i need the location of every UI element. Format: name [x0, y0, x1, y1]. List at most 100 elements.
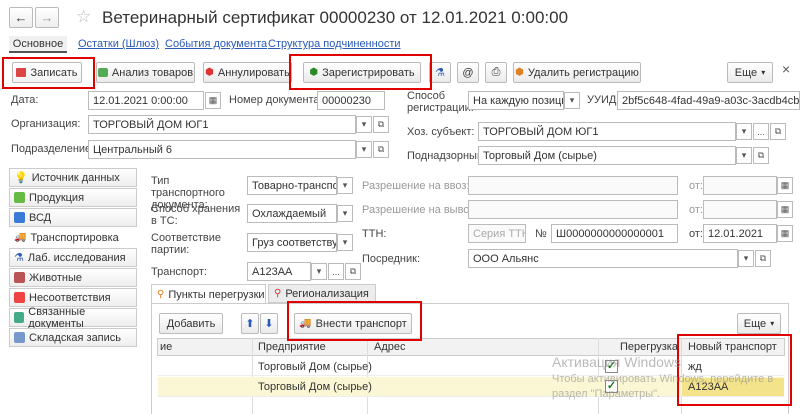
sidebar-item-vsd[interactable]: ВСД	[9, 208, 137, 227]
docnum-field[interactable]: 00000230	[317, 91, 385, 110]
broker-field[interactable]: ООО Альянс	[468, 249, 738, 268]
storage-field[interactable]: Охлаждаемый	[247, 204, 337, 223]
mismatch-icon	[14, 292, 25, 303]
vsd-icon	[14, 212, 25, 223]
podnadz-dropdown[interactable]: ▾	[736, 147, 752, 164]
hoz-field[interactable]: ТОРГОВЫЙ ДОМ ЮГ1	[478, 122, 736, 141]
grid-col-reload[interactable]: Перегрузка	[620, 341, 678, 353]
highlight-write	[2, 57, 95, 89]
hoz-select[interactable]: ...	[753, 123, 769, 140]
chevron-down-icon: ▾	[361, 119, 367, 129]
org-open[interactable]: ⧉	[373, 116, 389, 133]
podnadz-field[interactable]: Торговый Дом (сырье)	[478, 146, 736, 165]
org-label: Организация:	[11, 118, 81, 130]
sidebar-item-lab[interactable]: ⚗ Лаб. исследования	[9, 248, 137, 267]
podnadz-open[interactable]: ⧉	[753, 147, 769, 164]
tab-structure[interactable]: Структура подчиненности	[268, 38, 401, 50]
hoz-dropdown[interactable]: ▾	[736, 123, 752, 140]
grid-col-name[interactable]: ие	[160, 341, 172, 353]
export-calendar[interactable]: ▦	[777, 201, 793, 218]
ttn-num-field[interactable]: Ш0000000000000001	[551, 224, 678, 243]
tab-main[interactable]: Основное	[9, 36, 67, 53]
sidebar-item-products[interactable]: Продукция	[9, 188, 137, 207]
calendar-button[interactable]: ▦	[205, 92, 221, 109]
shield-red-icon: ⬢	[205, 67, 214, 78]
broker-dropdown[interactable]: ▾	[738, 250, 754, 267]
sidebar-item-source[interactable]: 💡 Источник данных	[9, 168, 137, 187]
ttn-date-field[interactable]: 12.01.2021	[703, 224, 777, 243]
docs-icon	[14, 312, 25, 323]
import-calendar[interactable]: ▦	[777, 177, 793, 194]
chevron-down-icon: ▾	[741, 126, 747, 136]
sidebar-item-transport[interactable]: 🚚 Транспортировка	[9, 228, 137, 247]
broker-open[interactable]: ⧉	[755, 250, 771, 267]
analyze-goods-button[interactable]: Анализ товаров	[96, 62, 195, 83]
date-label: Дата:	[11, 94, 39, 106]
hoz-open[interactable]: ⧉	[770, 123, 786, 140]
broker-label: Посредник:	[362, 253, 421, 265]
more-button[interactable]: Еще ▾	[727, 62, 773, 83]
close-icon[interactable]: ×	[782, 61, 790, 77]
regmethod-dropdown[interactable]: ▾	[564, 92, 580, 109]
vehicle-select[interactable]: ...	[328, 263, 344, 280]
sidebar-item-mismatch[interactable]: Несоответствия	[9, 288, 137, 307]
import-field[interactable]	[468, 176, 678, 195]
animal-icon	[14, 272, 25, 283]
uuid-field[interactable]: 2bf5c648-4fad-49a9-a03c-3acdb4cb9d0	[617, 91, 800, 110]
arrow-up-icon: ⬆	[245, 318, 255, 330]
chevron-down-icon: ▾	[741, 150, 747, 160]
flask-icon: ⚗	[14, 252, 24, 264]
regmethod-field[interactable]: На каждую позицию	[468, 91, 564, 110]
export-date[interactable]	[703, 200, 777, 219]
chevron-down-icon: ▾	[316, 266, 322, 276]
doctype-field[interactable]: Товарно-транспорт	[247, 176, 337, 195]
nav-forward[interactable]: →	[35, 7, 59, 28]
export-field[interactable]	[468, 200, 678, 219]
sidebar-item-linked[interactable]: Связанные документы	[9, 306, 137, 330]
sidebar-item-warehouse[interactable]: Складская запись	[9, 328, 137, 347]
bulb-icon: 💡	[14, 172, 28, 184]
vehicle-open[interactable]: ⧉	[345, 263, 361, 280]
at-icon: @	[462, 66, 474, 79]
add-button[interactable]: Добавить	[159, 313, 223, 334]
ttn-calendar[interactable]: ▦	[777, 225, 793, 242]
regmethod-label: Способ регистрации:	[407, 90, 474, 114]
dept-field[interactable]: Центральный 6	[88, 140, 356, 159]
chevron-down-icon: ▾	[342, 237, 348, 247]
tab-events[interactable]: События документа	[165, 38, 267, 50]
products-icon	[14, 192, 25, 203]
flask-button[interactable]: ⚗	[429, 62, 451, 83]
sidebar-item-animals[interactable]: Животные	[9, 268, 137, 287]
ttn-from-label: от:	[689, 228, 703, 240]
vehicle-field[interactable]: А123АА	[247, 262, 311, 281]
grid-col-enterprise[interactable]: Предприятие	[258, 341, 326, 353]
org-dropdown[interactable]: ▾	[356, 116, 372, 133]
move-down-button[interactable]: ⬇	[260, 313, 278, 334]
vehicle-dropdown[interactable]: ▾	[311, 263, 327, 280]
col-divider	[252, 338, 253, 414]
star-icon[interactable]: ☆	[76, 7, 91, 27]
org-field[interactable]: ТОРГОВЫЙ ДОМ ЮГ1	[88, 115, 356, 134]
email-button[interactable]: @	[457, 62, 479, 83]
print-button[interactable]: ⎙	[485, 62, 507, 83]
hoz-label: Хоз. субъект:	[407, 126, 475, 138]
docnum-label: Номер документа:	[229, 94, 323, 106]
annul-button[interactable]: ⬢ Аннулировать	[203, 62, 292, 83]
grid-col-address[interactable]: Адрес	[374, 341, 406, 353]
import-date[interactable]	[703, 176, 777, 195]
delete-registration-button[interactable]: ⬢ Удалить регистрацию	[513, 62, 641, 83]
dept-dropdown[interactable]: ▾	[356, 141, 372, 158]
tab-balances[interactable]: Остатки (Шлюз)	[78, 38, 159, 50]
ttn-series-field[interactable]: Серия ТТН	[468, 224, 526, 243]
dept-open[interactable]: ⧉	[373, 141, 389, 158]
conform-dropdown[interactable]: ▾	[337, 234, 353, 251]
move-up-button[interactable]: ⬆	[241, 313, 259, 334]
storage-dropdown[interactable]: ▾	[337, 205, 353, 222]
conform-field[interactable]: Груз соответствует	[247, 233, 337, 252]
chevron-down-icon: ▾	[342, 180, 348, 190]
nav-back[interactable]: ←	[9, 7, 33, 28]
doctype-dropdown[interactable]: ▾	[337, 177, 353, 194]
date-field[interactable]: 12.01.2021 0:00:00	[88, 91, 204, 110]
grid-more-button[interactable]: Еще ▾	[737, 313, 781, 334]
subtab-points[interactable]: ⚲ Пункты перегрузки	[151, 284, 266, 304]
